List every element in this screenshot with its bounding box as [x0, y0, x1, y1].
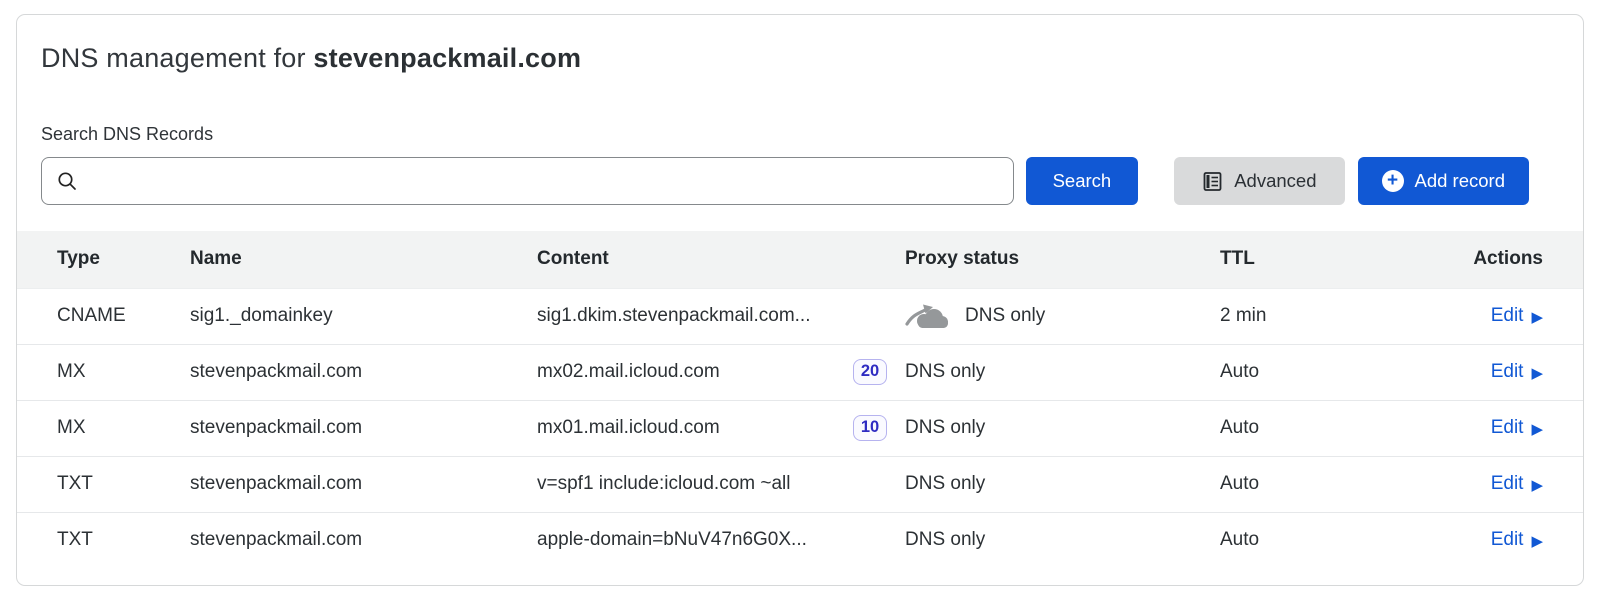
proxy-status-label: DNS only: [905, 473, 985, 495]
triangle-right-icon: ▶: [1531, 310, 1543, 325]
search-icon: [56, 170, 78, 192]
table-row: CNAME sig1._domainkey sig1.dkim.stevenpa…: [17, 288, 1583, 344]
proxy-status-label: DNS only: [905, 529, 985, 551]
proxy-status-cell: DNS only: [905, 344, 1220, 400]
triangle-right-icon: ▶: [1531, 422, 1543, 437]
advanced-button-label: Advanced: [1234, 170, 1316, 192]
edit-button-label: Edit: [1491, 473, 1524, 495]
triangle-right-icon: ▶: [1531, 534, 1543, 549]
record-type: CNAME: [17, 288, 190, 344]
dns-table-body: CNAME sig1._domainkey sig1.dkim.stevenpa…: [17, 288, 1583, 568]
dns-records-table: Type Name Content Proxy status TTL Actio…: [17, 231, 1583, 568]
proxy-status-label: DNS only: [905, 361, 985, 383]
add-record-button-label: Add record: [1415, 170, 1506, 192]
record-ttl: Auto: [1220, 400, 1367, 456]
priority-badge: 10: [853, 415, 887, 441]
record-name: stevenpackmail.com: [190, 400, 537, 456]
proxy-status-label: DNS only: [965, 305, 1045, 327]
record-ttl: Auto: [1220, 456, 1367, 512]
cloud-arrow-icon[interactable]: [905, 301, 949, 331]
edit-button[interactable]: Edit ▶: [1491, 361, 1543, 383]
search-input[interactable]: [86, 158, 999, 204]
header-actions: Actions: [1367, 231, 1583, 288]
edit-button-label: Edit: [1491, 529, 1524, 551]
record-content-text: sig1.dkim.stevenpackmail.com...: [537, 305, 811, 327]
record-name: stevenpackmail.com: [190, 456, 537, 512]
actions-cell: Edit ▶: [1367, 344, 1583, 400]
actions-cell: Edit ▶: [1367, 400, 1583, 456]
dns-management-card: DNS management for stevenpackmail.com Se…: [16, 14, 1584, 586]
list-document-icon: [1202, 171, 1223, 192]
proxy-status-cell: DNS only: [905, 400, 1220, 456]
page-title-domain: stevenpackmail.com: [313, 43, 581, 73]
header-proxy-status: Proxy status: [905, 231, 1220, 288]
record-ttl: 2 min: [1220, 288, 1367, 344]
header-name: Name: [190, 231, 537, 288]
actions-cell: Edit ▶: [1367, 288, 1583, 344]
edit-button-label: Edit: [1491, 417, 1524, 439]
record-content-text: mx02.mail.icloud.com: [537, 361, 720, 383]
record-content-text: mx01.mail.icloud.com: [537, 417, 720, 439]
table-row: MX stevenpackmail.com mx02.mail.icloud.c…: [17, 344, 1583, 400]
toolbar: Search Advanced + Add record: [41, 157, 1559, 205]
edit-button-label: Edit: [1491, 361, 1524, 383]
actions-cell: Edit ▶: [1367, 512, 1583, 568]
header-content: Content: [537, 231, 905, 288]
record-type: MX: [17, 400, 190, 456]
record-name: sig1._domainkey: [190, 288, 537, 344]
record-name: stevenpackmail.com: [190, 512, 537, 568]
record-content: sig1.dkim.stevenpackmail.com...: [537, 288, 905, 344]
record-name: stevenpackmail.com: [190, 344, 537, 400]
record-content: mx01.mail.icloud.com 10: [537, 400, 905, 456]
search-box[interactable]: [41, 157, 1014, 205]
edit-button[interactable]: Edit ▶: [1491, 529, 1543, 551]
table-row: TXT stevenpackmail.com apple-domain=bNuV…: [17, 512, 1583, 568]
search-button[interactable]: Search: [1026, 157, 1139, 205]
proxy-status-cell: DNS only: [905, 288, 1220, 344]
plus-circle-icon: +: [1382, 170, 1404, 192]
actions-cell: Edit ▶: [1367, 456, 1583, 512]
record-ttl: Auto: [1220, 344, 1367, 400]
page-title: DNS management for stevenpackmail.com: [41, 43, 1559, 74]
page-title-prefix: DNS management for: [41, 43, 313, 73]
record-content: apple-domain=bNuV47n6G0X...: [537, 512, 905, 568]
record-content-text: v=spf1 include:icloud.com ~all: [537, 473, 790, 495]
edit-button[interactable]: Edit ▶: [1491, 305, 1543, 327]
record-type: MX: [17, 344, 190, 400]
table-row: MX stevenpackmail.com mx01.mail.icloud.c…: [17, 400, 1583, 456]
proxy-status-cell: DNS only: [905, 512, 1220, 568]
table-header-row: Type Name Content Proxy status TTL Actio…: [17, 231, 1583, 288]
triangle-right-icon: ▶: [1531, 366, 1543, 381]
search-label: Search DNS Records: [41, 124, 1559, 145]
proxy-status-label: DNS only: [905, 417, 985, 439]
edit-button-label: Edit: [1491, 305, 1524, 327]
record-ttl: Auto: [1220, 512, 1367, 568]
priority-badge: 20: [853, 359, 887, 385]
edit-button[interactable]: Edit ▶: [1491, 417, 1543, 439]
record-content-text: apple-domain=bNuV47n6G0X...: [537, 529, 807, 551]
record-type: TXT: [17, 456, 190, 512]
proxy-status-cell: DNS only: [905, 456, 1220, 512]
add-record-button[interactable]: + Add record: [1358, 157, 1530, 205]
header-type: Type: [17, 231, 190, 288]
record-type: TXT: [17, 512, 190, 568]
table-row: TXT stevenpackmail.com v=spf1 include:ic…: [17, 456, 1583, 512]
triangle-right-icon: ▶: [1531, 478, 1543, 493]
record-content: mx02.mail.icloud.com 20: [537, 344, 905, 400]
edit-button[interactable]: Edit ▶: [1491, 473, 1543, 495]
advanced-button[interactable]: Advanced: [1174, 157, 1344, 205]
record-content: v=spf1 include:icloud.com ~all: [537, 456, 905, 512]
header-ttl: TTL: [1220, 231, 1367, 288]
